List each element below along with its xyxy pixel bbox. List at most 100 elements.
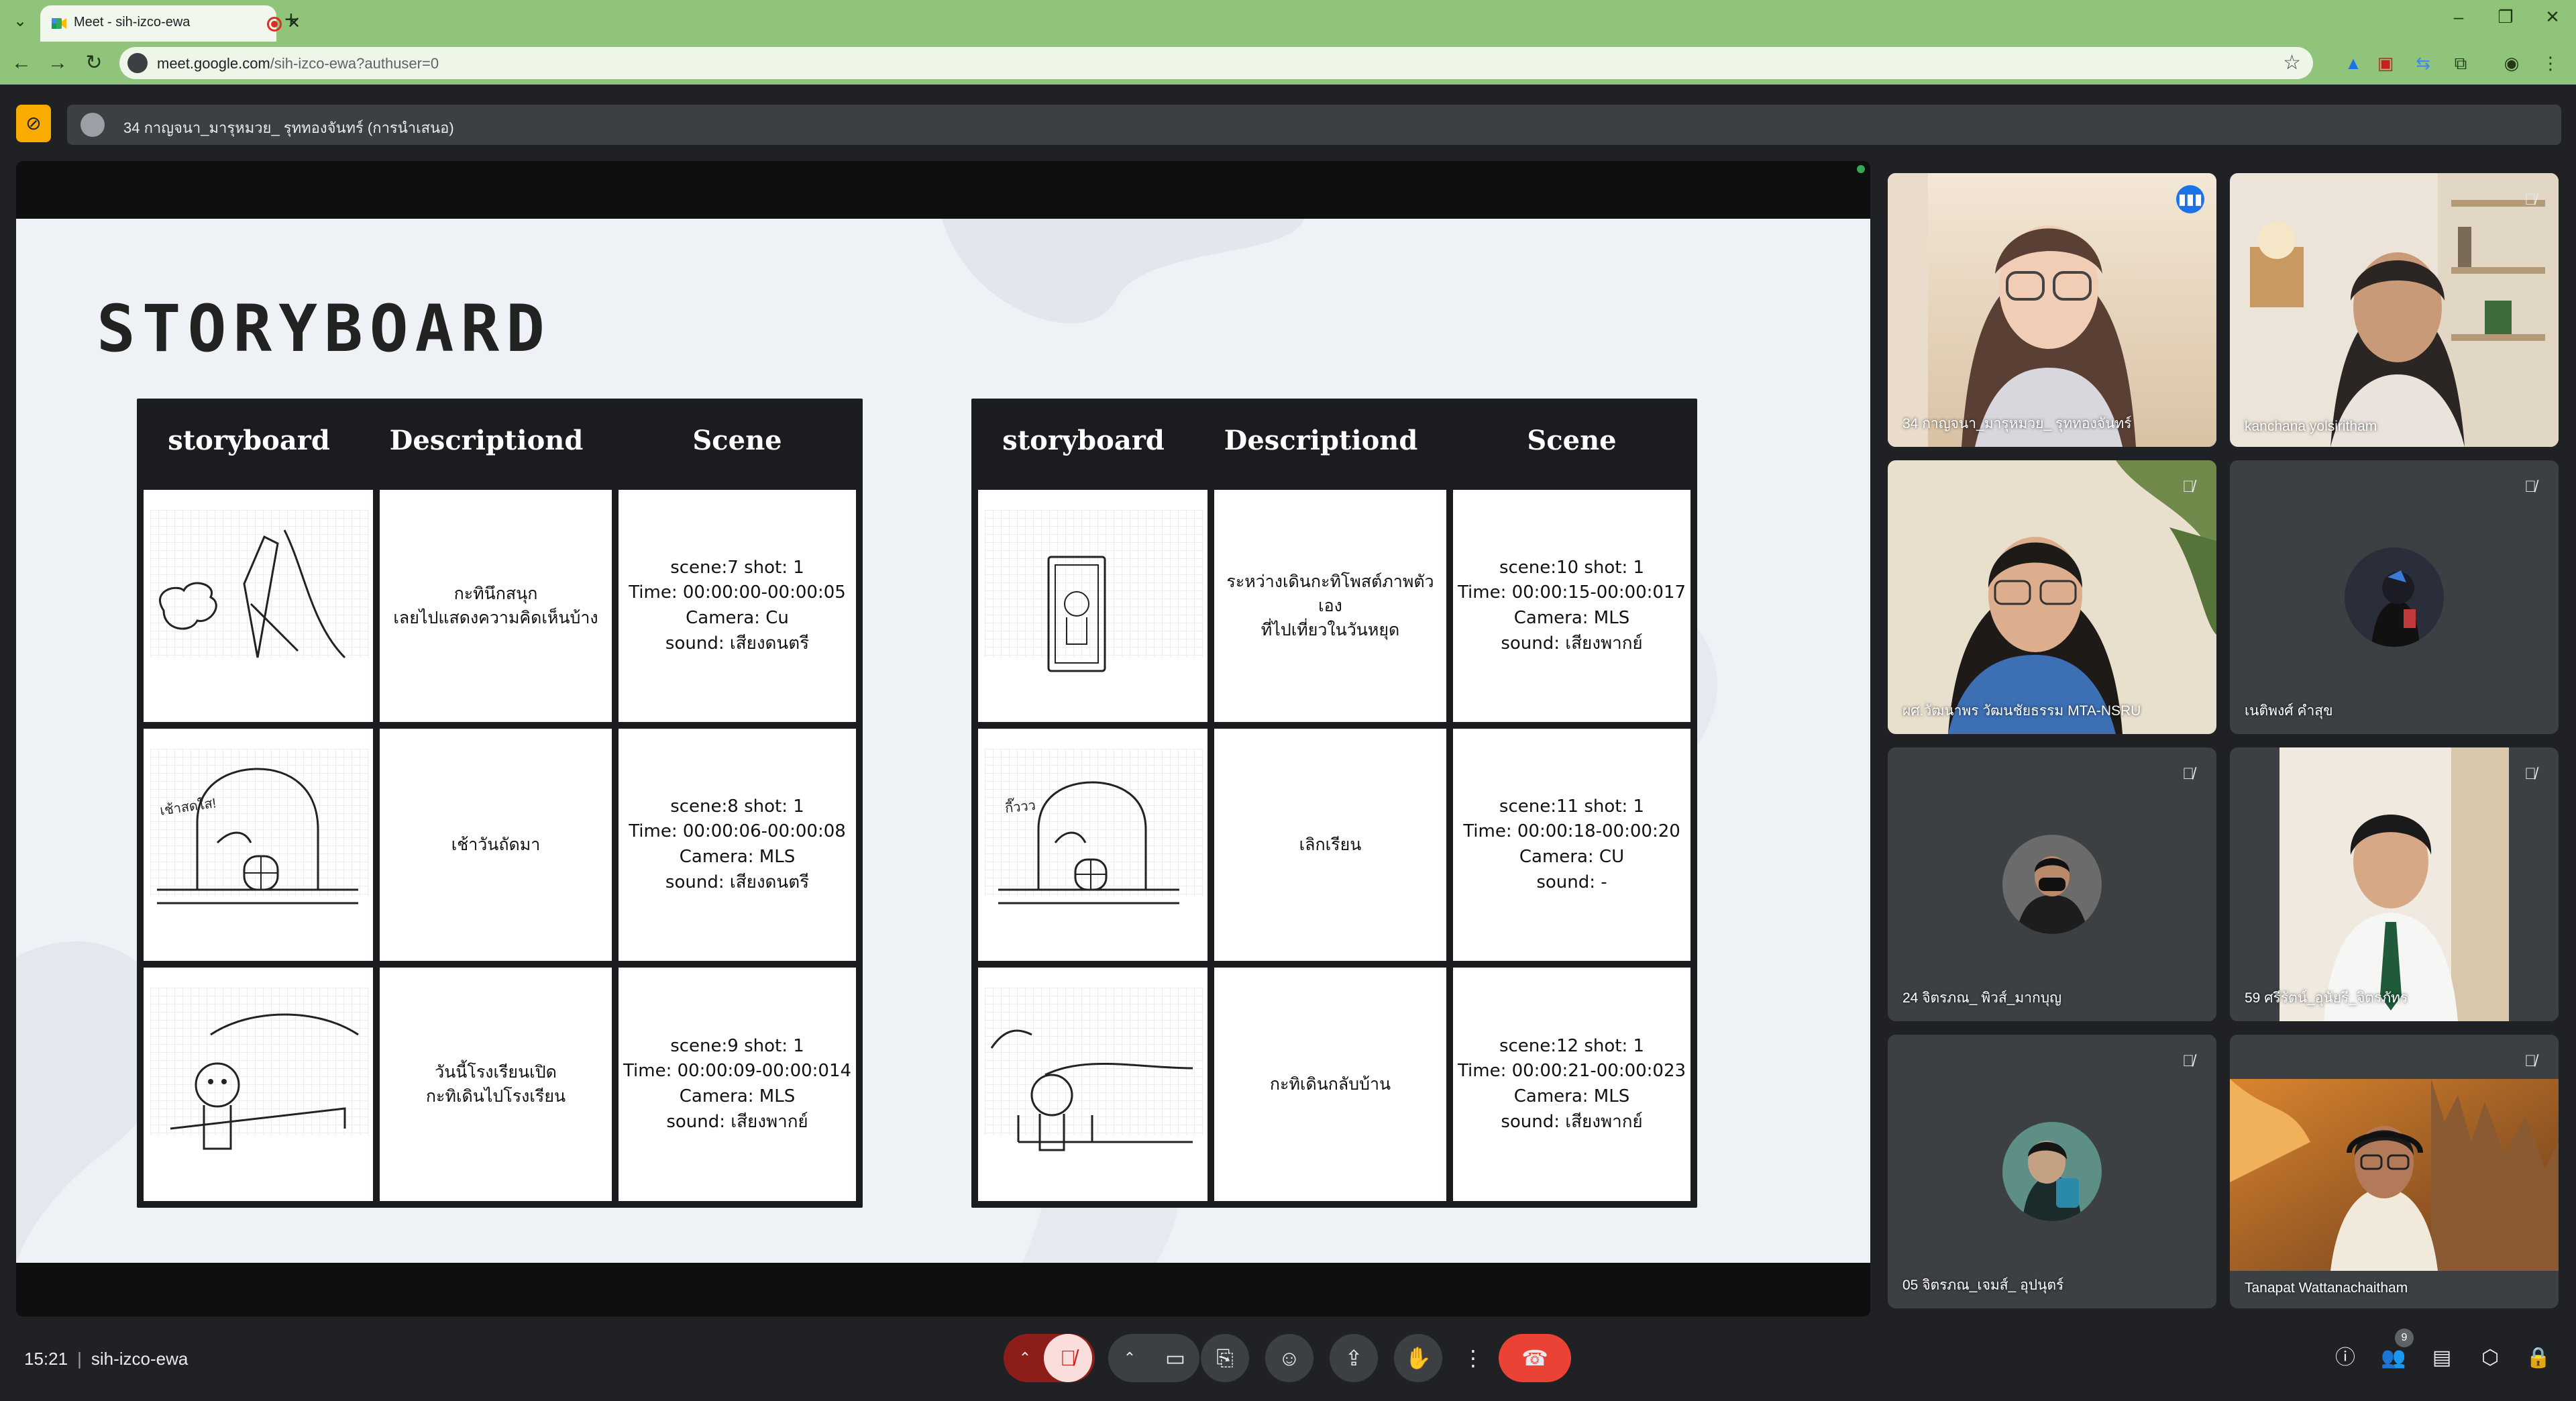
bookmark-star-icon[interactable]: ☆ (2283, 51, 2301, 74)
presenting-banner: 34 กาญจนา_มารุหมวย_ รุททองจันทร์ (การนำเ… (67, 105, 2561, 145)
slide-title: STORYBOARD (97, 291, 551, 366)
storyboard-table-left: storyboard Descriptiond Scene กะทินึกสนุ… (137, 399, 863, 1208)
present-screen-button[interactable]: ⇪ (1330, 1334, 1378, 1382)
participant-avatar (2002, 835, 2102, 934)
host-controls-icon[interactable]: 🔒 (2524, 1343, 2553, 1373)
camera-toggle-icon[interactable]: ▭ (1151, 1334, 1199, 1382)
scene-cell: scene:8 shot: 1 Time: 00:00:06-00:00:08 … (619, 729, 856, 961)
browser-tab-strip: ⌄ Meet - sih-izco-ewa ✕ + – ❐ ✕ (0, 0, 2576, 42)
storyboard-sketch-scene-9 (144, 968, 373, 1201)
participant-tile[interactable]: 🎙̸ 05 จิตรภณ_เจมส์_ อุปนุตร์ (1888, 1035, 2216, 1308)
header-description: Descriptiond (389, 425, 584, 456)
current-time: 15:21 (24, 1349, 68, 1369)
storyboard-sketch-scene-10 (978, 490, 1208, 722)
presenting-label: 34 กาญจนา_มารุหมวย_ รุททองจันทร์ (การนำเ… (123, 119, 454, 136)
forward-arrow-icon[interactable]: → (44, 50, 71, 76)
browser-tab-meet[interactable]: Meet - sih-izco-ewa ✕ (40, 5, 301, 42)
table-header: storyboard Descriptiond Scene (137, 399, 863, 483)
hangup-icon: ☎ (1521, 1346, 1548, 1370)
meet-control-bar: 15:21 | sih-izco-ewa ⌃ 🎙̸ ⌃ ▭ ⎘ ☺ ⇪ ✋ ⋮ ☎ … (0, 1279, 2576, 1401)
participant-tile[interactable]: 🎙̸ 59 ศรีรัตน์_อุนัยรี_จิตรภัทร (2230, 747, 2559, 1021)
participant-name: 59 ศรีรัตน์_อุนัยรี_จิตรภัทร (2245, 990, 2408, 1006)
chat-icon[interactable]: ▤ (2427, 1343, 2457, 1373)
participant-avatar (2345, 548, 2444, 647)
scene-cell: scene:12 shot: 1 Time: 00:00:21-00:00:02… (1453, 968, 1690, 1201)
address-bar[interactable]: meet.google.com/sih-izco-ewa?authuser=0 … (119, 47, 2313, 79)
activities-icon[interactable]: ⬡ (2475, 1343, 2505, 1373)
participant-tile[interactable]: ▮▮▮ 34 กาญจนา_มารุหมวย_ รุททองจันทร์ (1888, 173, 2216, 447)
presenter-avatar (80, 113, 105, 137)
window-close-button[interactable]: ✕ (2536, 7, 2569, 28)
emoji-icon: ☺ (1278, 1346, 1301, 1370)
raise-hand-button[interactable]: ✋ (1394, 1334, 1442, 1382)
participant-tile[interactable]: 🎙̸ kanchana yolsiritham (2230, 173, 2559, 447)
reactions-button[interactable]: ☺ (1265, 1334, 1313, 1382)
presentation-slide: STORYBOARD storyboard Descriptiond Scene (16, 219, 1870, 1263)
participant-video (2230, 1035, 2559, 1308)
header-storyboard: storyboard (168, 425, 330, 456)
meet-favicon-icon (52, 18, 66, 29)
extensions-puzzle-icon[interactable]: ⧉ (2450, 52, 2471, 74)
meeting-info-icon[interactable]: ⓘ (2330, 1343, 2360, 1373)
description-cell: ระหว่างเดินกะทิโพสต์ภาพตัวเอง ที่ไปเที่ย… (1214, 490, 1446, 722)
mic-muted-icon: 🎙̸ (2524, 765, 2536, 783)
extension-icon[interactable]: ▣ (2375, 52, 2396, 74)
url-text: meet.google.com/sih-izco-ewa?authuser=0 (157, 55, 439, 72)
mic-toggle-button[interactable]: 🎙̸ (1044, 1334, 1092, 1382)
meet-window: ⊘ 34 กาญจนา_มารุหมวย_ รุททองจันทร์ (การน… (0, 85, 2576, 1401)
more-options-button[interactable]: ⋮ (1453, 1334, 1493, 1382)
mic-muted-icon: 🎙̸ (2182, 478, 2194, 496)
storyboard-sketch-scene-12 (978, 968, 1208, 1201)
participant-tile[interactable]: 🎙̸ ผศ.วัฒนาพร วัฒนชัยธรรม MTA-NSRU (1888, 460, 2216, 734)
header-description: Descriptiond (1224, 425, 1418, 456)
leave-call-button[interactable]: ☎ (1499, 1334, 1571, 1382)
audio-options-chevron-icon[interactable]: ⌃ (1012, 1334, 1038, 1382)
recording-indicator-icon (267, 17, 282, 32)
description-cell: กะทินึกสนุก เลยไปแสดงความคิดเห็นบ้าง (380, 490, 612, 722)
present-icon: ⇪ (1344, 1346, 1363, 1370)
mic-muted-icon: 🎙̸ (2182, 1052, 2194, 1070)
description-cell: กะทิเดินกลับบ้าน (1214, 968, 1446, 1201)
reload-icon[interactable]: ↻ (80, 50, 107, 76)
google-drive-extension-icon[interactable]: ▲ (2343, 52, 2364, 74)
sketch-label: กี๊ววว (1004, 798, 1036, 817)
participant-name: 24 จิตรภณ_ พิวส์_มากบุญ (1902, 990, 2061, 1006)
speaking-indicator-icon: ▮▮▮ (2176, 185, 2204, 213)
mic-off-icon: 🎙̸ (1060, 1346, 1076, 1370)
scene-cell: scene:11 shot: 1 Time: 00:00:18-00:00:20… (1453, 729, 1690, 961)
window-restore-button[interactable]: ❐ (2489, 7, 2522, 28)
presentation-status-dot (1857, 165, 1865, 173)
description-cell: วันนี้โรงเรียนเปิด กะทิเดินไปโรงเรียน (380, 968, 612, 1201)
video-options-chevron-icon[interactable]: ⌃ (1116, 1334, 1143, 1382)
site-info-icon[interactable] (127, 53, 148, 73)
header-scene: Scene (692, 425, 782, 456)
profile-avatar-icon[interactable]: ◉ (2501, 52, 2522, 74)
participant-name: เนติพงศ์ คำสุข (2245, 703, 2333, 719)
participant-tile[interactable]: 🎙̸ เนติพงศ์ คำสุข (2230, 460, 2559, 734)
storyboard-sketch-scene-11: กี๊ววว (978, 729, 1208, 961)
captions-button[interactable]: ⎘ (1201, 1334, 1249, 1382)
meeting-code: sih-izco-ewa (91, 1349, 189, 1369)
storyboard-sketch-scene-8: เช้าสดใส! (144, 729, 373, 961)
description-cell: เลิกเรียน (1214, 729, 1446, 961)
window-minimize-button[interactable]: – (2442, 7, 2475, 28)
mic-muted-icon: 🎙̸ (2524, 1052, 2536, 1070)
tab-title: Meet - sih-izco-ewa (74, 15, 191, 30)
translate-extension-icon[interactable]: ⇆ (2412, 52, 2434, 74)
back-arrow-icon[interactable]: ← (8, 50, 35, 76)
table-header: storyboard Descriptiond Scene (971, 399, 1697, 483)
header-scene: Scene (1527, 425, 1617, 456)
new-tab-button[interactable]: + (284, 7, 298, 33)
browser-menu-icon[interactable]: ⋮ (2540, 52, 2561, 74)
scene-cell: scene:7 shot: 1 Time: 00:00:00-00:00:05 … (619, 490, 856, 722)
participant-tile[interactable]: 🎙̸ Tanapat Wattanachaitham (2230, 1035, 2559, 1308)
storyboard-table-right: storyboard Descriptiond Scene ระหว่างเดิ… (971, 399, 1697, 1208)
people-icon[interactable]: 👥 (2379, 1343, 2408, 1373)
recording-badge-icon[interactable]: ⊘ (16, 105, 51, 142)
tab-search-chevron-icon[interactable]: ⌄ (8, 9, 32, 34)
mic-muted-icon: 🎙̸ (2182, 765, 2194, 783)
participant-tile[interactable]: 🎙̸ 24 จิตรภณ_ พิวส์_มากบุญ (1888, 747, 2216, 1021)
browser-toolbar: ← → ↻ meet.google.com/sih-izco-ewa?authu… (0, 42, 2576, 85)
storyboard-sketch-scene-7 (144, 490, 373, 722)
header-storyboard: storyboard (1002, 425, 1165, 456)
